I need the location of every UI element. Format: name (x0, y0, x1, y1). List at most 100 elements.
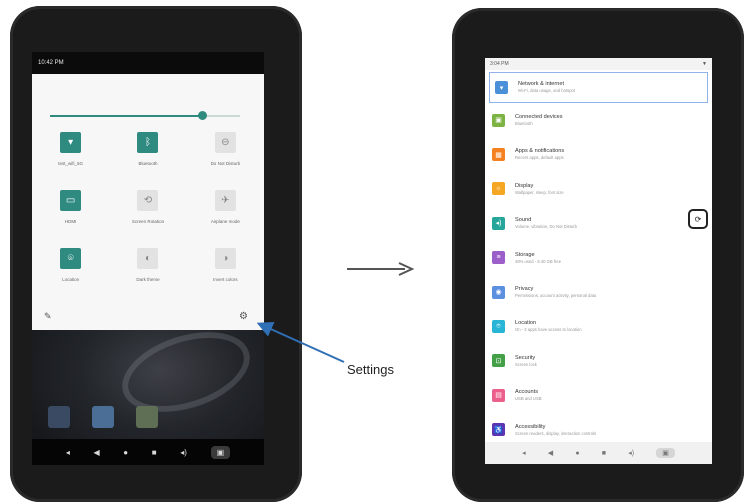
dock-app-icon[interactable] (92, 406, 114, 428)
network-icon: ▾ (495, 81, 508, 94)
settings-item-text: Network & internet Wi-Fi, data usage, and… (518, 81, 575, 93)
settings-item-text: Storage 48% used - 8.40 GB free (515, 252, 561, 264)
hdmi-icon: ▭ (60, 190, 82, 211)
settings-item-subtitle: 48% used - 8.40 GB free (515, 258, 562, 264)
settings-item-text: Security Screen lock (515, 355, 537, 367)
settings-item-subtitle: Bluetooth (515, 121, 533, 127)
settings-item-text: Connected devices Bluetooth (515, 114, 563, 126)
settings-item-text: Apps & notifications Recent apps, default… (515, 148, 564, 160)
volume-icon[interactable]: ◂) (180, 448, 187, 457)
settings-item-text: Privacy Permissions, account activity, pe… (515, 286, 596, 298)
volume-icon[interactable]: ◂) (628, 449, 634, 457)
quick-tile[interactable]: ⟲ Screen Rotation (109, 190, 186, 224)
settings-item-title: Accounts (515, 389, 539, 396)
settings-item-subtitle: Screen lock (515, 361, 537, 367)
quick-tile[interactable]: ✈ Airplane mode (187, 190, 264, 224)
quick-tile-label: Bluetooth (138, 161, 158, 166)
recents-icon[interactable]: ■ (602, 450, 606, 457)
quick-tile-label: Screen Rotation (131, 219, 165, 224)
sound-icon: ◂) (492, 216, 505, 230)
display-icon: ☼ (492, 182, 505, 196)
settings-item[interactable]: ◂) Sound Volume, vibration, Do Not Disturb (485, 206, 712, 240)
bluetooth-icon: ᛒ (137, 132, 159, 153)
dock-app-icon[interactable] (136, 406, 158, 428)
settings-gear-icon[interactable]: ⚙ (239, 311, 248, 322)
wallpaper-swirl (112, 317, 260, 427)
transition-arrow-icon (347, 262, 415, 276)
settings-item[interactable]: ▤ Accounts USB and USB (485, 378, 712, 412)
home-icon[interactable]: ● (575, 450, 579, 457)
settings-item-title: Connected devices (515, 114, 563, 121)
settings-item-title: Security (515, 354, 536, 361)
dock-app-icon[interactable] (48, 406, 70, 428)
quick-tile-label: HDMI (64, 219, 77, 224)
status-bar-time: 10:42 PM (32, 52, 264, 74)
settings-item[interactable]: ⌾ Location On - 3 apps have access to loca… (485, 309, 712, 343)
settings-item[interactable]: ▦ Apps & notifications Recent apps, defaul… (485, 137, 712, 171)
signal-icon: ▼ (702, 61, 707, 67)
edit-icon[interactable]: ✎ (44, 311, 52, 322)
settings-item-title: Accessibility (515, 423, 546, 430)
brightness-slider-thumb[interactable] (197, 111, 207, 120)
settings-item[interactable]: ▾ Network & internet Wi-Fi, data usage, an… (489, 72, 708, 103)
screenshot-icon[interactable]: ▣ (656, 448, 675, 458)
brightness-slider[interactable] (50, 111, 240, 120)
back-triangle-icon[interactable]: ◀ (548, 449, 553, 457)
security-icon: ⊡ (492, 354, 505, 368)
apps-icon: ▦ (492, 148, 505, 162)
do-not-disturb-icon: ⊖ (214, 132, 236, 153)
settings-item[interactable]: ⊡ Security Screen lock (485, 344, 712, 378)
settings-item-text: Sound Volume, vibration, Do Not Disturb (515, 217, 577, 229)
connected-devices-icon: ▣ (492, 113, 505, 127)
status-bar-time: 3:04 PM (490, 61, 509, 67)
settings-item-subtitle: Wi-Fi, data usage, and hotspot (518, 88, 576, 94)
privacy-icon: ◉ (492, 285, 505, 299)
quick-settings-tiles: ▾ test_wifi_5G ᛒ Bluetooth ⊖ Do Not Disturb ▭ H… (32, 132, 264, 282)
airplane-icon: ✈ (214, 190, 236, 211)
quick-tile-label: Dark theme (136, 277, 160, 282)
quick-tile[interactable]: ⌾ Location (32, 248, 109, 282)
quick-settings-screen: 10:42 PM ▾ test_wifi_5G ᛒ Bluetooth ⊖ Do Not … (32, 52, 264, 465)
callout-label: Settings (347, 362, 394, 377)
settings-screen: 3:04 PM ▼ ▾ Network & internet Wi-Fi, data… (485, 58, 712, 464)
settings-item-title: Sound (515, 217, 532, 224)
settings-item-title: Privacy (515, 286, 534, 293)
quick-tile[interactable]: ᛒ Bluetooth (109, 132, 186, 166)
quick-tile[interactable]: ▾ test_wifi_5G (32, 132, 109, 166)
quick-tile[interactable]: ◐ Dark theme (109, 248, 186, 282)
back-icon[interactable]: ◂ (522, 449, 526, 457)
rotate-icon: ⟲ (137, 190, 159, 211)
settings-item-title: Apps & notifications (515, 148, 565, 155)
right-navigation-bar: ◂ ◀ ● ■ ◂) ▣ (485, 442, 712, 464)
home-icon[interactable]: ● (123, 448, 128, 457)
quick-tile-label: Do Not Disturb (210, 161, 241, 166)
brightness-slider-fill (50, 115, 202, 117)
back-triangle-icon[interactable]: ◀ (93, 448, 99, 457)
settings-item-subtitle: Permissions, account activity, personal … (515, 293, 597, 299)
settings-item[interactable]: ▣ Connected devices Bluetooth (485, 103, 712, 137)
quick-tile[interactable]: ⊖ Do Not Disturb (187, 132, 264, 166)
settings-item[interactable]: ≡ Storage 48% used - 8.40 GB free (485, 241, 712, 275)
quick-tile-label: Invert colors (213, 277, 238, 282)
settings-item[interactable]: ◉ Privacy Permissions, account activity, p… (485, 275, 712, 309)
quick-settings-panel: ▾ test_wifi_5G ᛒ Bluetooth ⊖ Do Not Disturb ▭ H… (32, 74, 264, 330)
quick-tile[interactable]: ◑ Invert colors (187, 248, 264, 282)
back-icon[interactable]: ◂ (66, 448, 70, 457)
status-bar: 3:04 PM ▼ (485, 58, 712, 70)
settings-item-text: Accessibility Screen readers, display, in… (515, 424, 596, 436)
recents-icon[interactable]: ■ (152, 448, 157, 457)
invert-colors-icon: ◑ (214, 248, 236, 269)
accounts-icon: ▤ (492, 388, 505, 402)
location-icon: ⌾ (60, 248, 82, 269)
settings-item-title: Network & internet (518, 81, 565, 88)
location-icon: ⌾ (492, 320, 505, 334)
settings-item-text: Accounts USB and USB (515, 389, 542, 401)
quick-tile[interactable]: ▭ HDMI (32, 190, 109, 224)
screenshot-icon[interactable]: ▣ (210, 445, 231, 459)
quick-tile-label: Location (62, 277, 80, 282)
rotate-button[interactable]: ⟳ (688, 209, 708, 229)
settings-item[interactable]: ☼ Display Wallpaper, sleep, font size (485, 172, 712, 206)
wifi-icon: ▾ (60, 132, 82, 153)
settings-item-subtitle: Recent apps, default apps (515, 155, 564, 161)
settings-item-text: Location On - 3 apps have access to locat… (515, 320, 582, 332)
